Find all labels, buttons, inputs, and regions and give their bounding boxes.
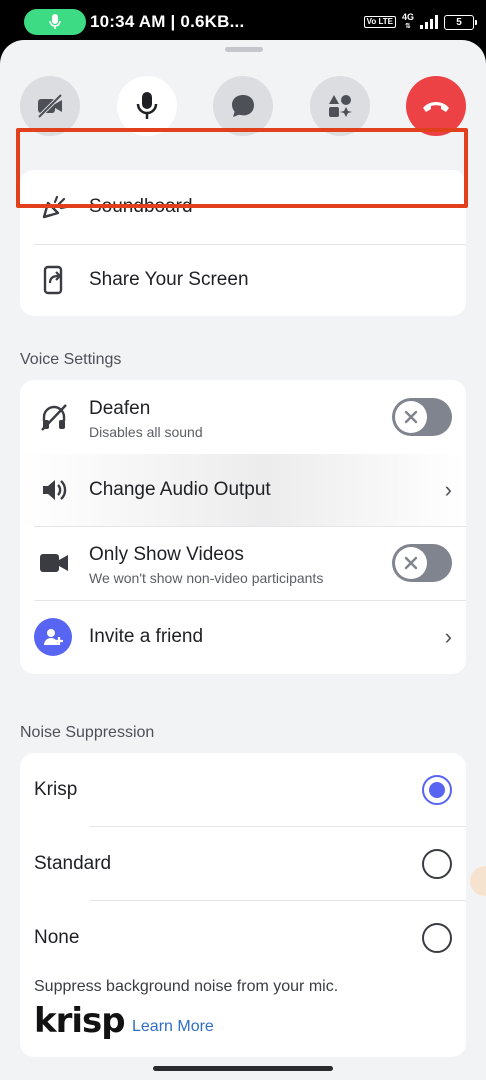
home-indicator[interactable] (153, 1066, 333, 1071)
deafen-description: Disables all sound (89, 424, 203, 440)
speaker-icon (38, 474, 70, 506)
network-icon: 4G ⇅ (401, 12, 414, 31)
none-option[interactable]: None (20, 901, 466, 975)
share-screen-row[interactable]: Share Your Screen (20, 244, 466, 316)
battery-icon: 5 (444, 14, 477, 30)
noise-suppression-title: Noise Suppression (20, 724, 155, 741)
mic-icon (49, 14, 61, 29)
noise-suppression-card: Krisp Standard None Suppress background … (20, 753, 466, 1057)
add-friend-icon (34, 618, 72, 656)
radio-unselected[interactable] (422, 849, 452, 879)
status-bar: 10:34 AM | 0.6KB... Vo LTE 4G ⇅ 5 (0, 0, 486, 44)
share-screen-icon (38, 264, 70, 296)
video-camera-icon (38, 547, 70, 579)
chat-bubble-icon (232, 95, 254, 117)
radio-dot (429, 782, 445, 798)
deafen-icon (38, 401, 70, 433)
share-screen-label: Share Your Screen (89, 269, 249, 290)
only-videos-label: Only Show Videos (89, 544, 244, 565)
krisp-option[interactable]: Krisp (20, 753, 466, 827)
soundboard-highlight (16, 128, 468, 208)
end-call-button[interactable] (406, 76, 466, 136)
noise-suppression-description: Suppress background noise from your mic. (34, 978, 339, 995)
toggle-knob (395, 401, 427, 433)
only-videos-description: We won't show non-video participants (89, 570, 324, 586)
activities-icon (328, 95, 352, 117)
x-icon (404, 556, 418, 570)
voice-settings-title: Voice Settings (20, 351, 122, 368)
radio-selected[interactable] (422, 775, 452, 805)
floating-bubble[interactable] (470, 866, 486, 896)
option-label: Standard (34, 853, 112, 874)
toggle-knob (395, 547, 427, 579)
network-type: 4G (401, 12, 414, 22)
chevron-right-icon: › (444, 624, 452, 649)
camera-toggle-button[interactable] (20, 76, 80, 136)
signal-icon (420, 15, 438, 29)
option-label: Krisp (34, 779, 78, 800)
microphone-icon (136, 92, 157, 119)
audio-output-label: Change Audio Output (89, 479, 271, 500)
deafen-row[interactable]: Deafen Disables all sound (20, 380, 466, 454)
only-videos-toggle[interactable] (392, 544, 452, 582)
standard-option[interactable]: Standard (20, 827, 466, 901)
only-videos-row[interactable]: Only Show Videos We won't show non-video… (20, 526, 466, 600)
invite-friend-label: Invite a friend (89, 626, 204, 647)
audio-output-row[interactable]: Change Audio Output › (20, 454, 466, 526)
hang-up-icon (423, 102, 449, 112)
chat-button[interactable] (213, 76, 273, 136)
mic-toggle-button[interactable] (116, 76, 177, 136)
call-controls (20, 76, 466, 136)
chevron-right-icon: › (444, 477, 452, 502)
invite-friend-row[interactable]: Invite a friend › (20, 600, 466, 674)
radio-unselected[interactable] (422, 923, 452, 953)
learn-more-link[interactable]: Learn More (132, 1018, 214, 1036)
x-icon (404, 410, 418, 424)
active-mic-indicator[interactable] (24, 9, 86, 35)
drag-handle[interactable] (225, 47, 263, 52)
deafen-toggle[interactable] (392, 398, 452, 436)
volte-icon: Vo LTE (363, 16, 396, 28)
activities-button[interactable] (309, 76, 370, 136)
voice-settings-card: Deafen Disables all sound Change Audio O (20, 380, 466, 674)
camera-off-icon (37, 93, 63, 119)
status-time: 10:34 AM | 0.6KB... (90, 12, 245, 31)
krisp-logo: krisp (34, 1001, 126, 1041)
deafen-label: Deafen (89, 398, 151, 419)
option-label: None (34, 927, 80, 948)
